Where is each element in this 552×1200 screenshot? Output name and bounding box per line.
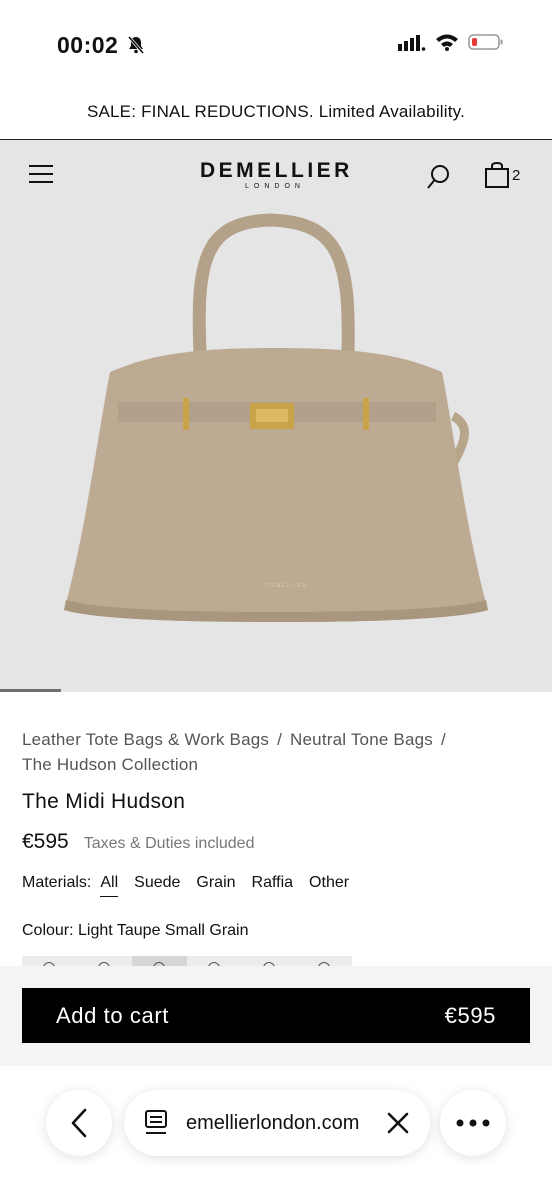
close-icon[interactable]	[386, 1111, 410, 1140]
materials-label: Materials:	[22, 874, 92, 891]
menu-icon[interactable]	[29, 165, 53, 188]
back-button[interactable]	[46, 1090, 112, 1156]
product-price: €595	[22, 830, 69, 853]
more-icon	[456, 1119, 490, 1127]
product-hero: DEMELLIER DEMELLIER LONDON 2	[0, 140, 552, 692]
breadcrumb-separator: /	[440, 730, 446, 749]
logo-main-text: DEMELLIER	[200, 159, 353, 182]
product-image[interactable]: DEMELLIER	[0, 140, 552, 692]
tax-note: Taxes & Duties included	[83, 835, 255, 852]
breadcrumb: Leather Tote Bags & Work Bags / Neutral To…	[22, 727, 532, 777]
promo-banner[interactable]: SALE: FINAL REDUCTIONS. Limited Availabi…	[0, 90, 552, 140]
bell-slash-icon	[126, 35, 146, 60]
more-button[interactable]	[440, 1090, 506, 1156]
material-option-all[interactable]: All	[100, 874, 119, 897]
breadcrumb-item-leather-tote-bags[interactable]: Leather Tote Bags & Work Bags	[22, 730, 269, 749]
browser-toolbar: emellierlondon.com	[0, 1066, 552, 1200]
page-icon	[145, 1110, 167, 1134]
gallery-progress-track	[0, 689, 552, 692]
brand-logo[interactable]: DEMELLIER LONDON	[200, 159, 350, 190]
battery-low-icon	[468, 33, 504, 56]
materials-filter: Materials: All Suede Grain Raffia Other	[22, 874, 365, 897]
breadcrumb-item-hudson-collection[interactable]: The Hudson Collection	[22, 755, 198, 774]
status-bar: 00:02	[0, 0, 552, 90]
back-icon	[71, 1108, 87, 1138]
bag-imprint: DEMELLIER	[266, 583, 308, 589]
product-title: The Midi Hudson	[22, 790, 186, 813]
status-time: 00:02	[57, 32, 119, 58]
add-to-cart-label: Add to cart	[56, 1002, 169, 1028]
search-icon[interactable]	[427, 164, 451, 195]
add-to-cart-price: €595	[444, 1002, 496, 1028]
url-text: emellierlondon.com	[186, 1111, 360, 1134]
material-option-raffia[interactable]: Raffia	[252, 874, 294, 897]
sticky-cart-bar: Add to cart €595	[0, 966, 552, 1066]
colour-label: Colour: Light Taupe Small Grain	[22, 922, 249, 939]
material-option-grain[interactable]: Grain	[196, 874, 235, 897]
address-bar[interactable]: emellierlondon.com	[124, 1090, 430, 1156]
logo-sub-text: LONDON	[245, 183, 305, 190]
status-icons	[398, 33, 504, 56]
gallery-progress-fill	[0, 689, 61, 692]
price-row: €595 Taxes & Duties included	[22, 830, 254, 854]
cart-count: 2	[512, 167, 521, 184]
shopping-bag-icon	[485, 162, 509, 188]
breadcrumb-item-neutral-tone-bags[interactable]: Neutral Tone Bags	[290, 730, 433, 749]
add-to-cart-button[interactable]: Add to cart €595	[22, 988, 530, 1043]
wifi-icon	[435, 33, 459, 56]
signal-icon	[398, 33, 426, 56]
material-option-other[interactable]: Other	[309, 874, 349, 897]
cart-button[interactable]: 2	[485, 162, 520, 188]
breadcrumb-separator: /	[277, 730, 283, 749]
material-option-suede[interactable]: Suede	[134, 874, 180, 897]
